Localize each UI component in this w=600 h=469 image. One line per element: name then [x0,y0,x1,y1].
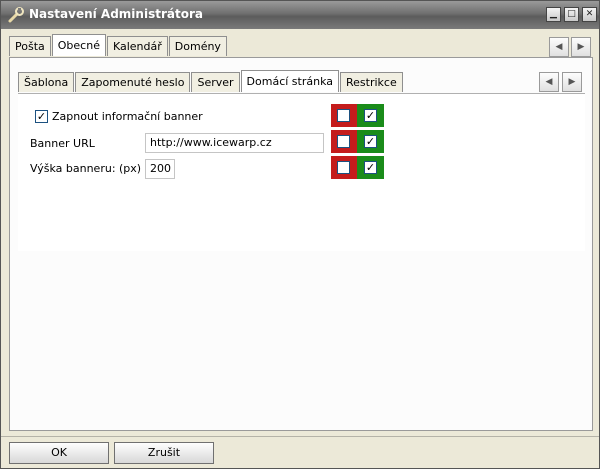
tab-posta[interactable]: Pošta [9,36,51,56]
banner-url-input[interactable]: http://www.icewarp.cz [145,133,324,153]
tab-zapomenute-heslo[interactable]: Zapomenuté heslo [75,72,191,92]
deny-checkbox[interactable] [337,135,350,148]
allow-cell: ✓ [357,104,384,127]
deny-checkbox[interactable] [337,109,350,122]
deny-checkbox[interactable] [337,161,350,174]
admin-settings-window: Nastavení Administrátora ▁ □ ✕ Pošta Obe… [0,0,600,469]
tab-sablona[interactable]: Šablona [18,72,75,92]
banner-height-label: Výška banneru: (px) [30,162,142,175]
permission-flag: ✓ [331,156,384,179]
enable-banner-label: Zapnout informační banner [52,110,203,123]
outer-tab-scroll-right-icon[interactable]: ▶ [571,37,591,57]
maximize-button[interactable]: □ [564,7,579,22]
permission-flag: ✓ [331,104,384,127]
inner-tab-bar: Šablona Zapomenuté heslo Server Domácí s… [18,70,404,92]
window-title: Nastavení Administrátora [29,7,203,21]
wrench-icon [8,7,24,23]
tab-domaci-stranka[interactable]: Domácí stránka [240,70,339,92]
enable-banner-checkbox[interactable]: ✓ [35,110,48,123]
banner-height-input[interactable]: 200 [145,159,175,179]
inner-tab-scroll-left-icon[interactable]: ◀ [539,72,559,92]
ok-button[interactable]: OK [9,442,109,464]
tab-server[interactable]: Server [191,72,240,92]
close-button[interactable]: ✕ [582,7,597,22]
allow-cell: ✓ [357,156,384,179]
deny-cell [331,130,357,153]
minimize-button[interactable]: ▁ [546,7,561,22]
tab-obecne[interactable]: Obecné [51,34,106,56]
footer-divider [1,436,599,437]
title-bar[interactable]: Nastavení Administrátora ▁ □ ✕ [1,1,599,29]
deny-cell [331,104,357,127]
allow-checkbox[interactable]: ✓ [364,109,377,122]
deny-cell [331,156,357,179]
tab-restrikce[interactable]: Restrikce [340,72,403,92]
banner-url-label: Banner URL [30,137,95,150]
outer-tab-scroll-left-icon[interactable]: ◀ [549,37,569,57]
outer-tab-bar: Pošta Obecné Kalendář Domény [9,34,228,56]
permission-flag: ✓ [331,130,384,153]
allow-checkbox[interactable]: ✓ [364,161,377,174]
inner-tab-scroll-right-icon[interactable]: ▶ [562,72,582,92]
allow-checkbox[interactable]: ✓ [364,135,377,148]
allow-cell: ✓ [357,130,384,153]
tab-kalendar[interactable]: Kalendář [106,36,168,56]
tab-domeny[interactable]: Domény [168,36,227,56]
cancel-button[interactable]: Zrušit [114,442,214,464]
